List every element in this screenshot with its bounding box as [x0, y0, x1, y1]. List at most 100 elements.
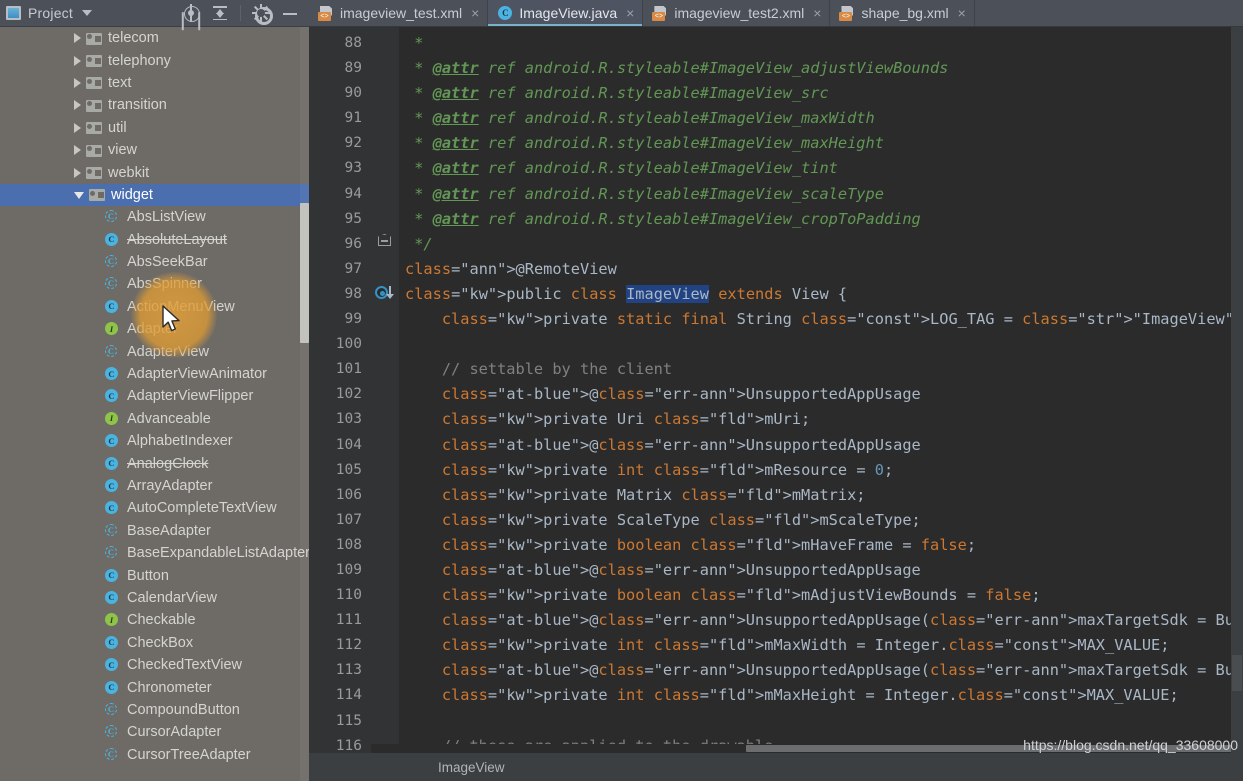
chevron-right-icon[interactable] — [74, 122, 81, 133]
code-line[interactable]: class="at-blue">@class="err-ann">Unsuppo… — [399, 608, 1243, 633]
code-line[interactable]: * @attr ref android.R.styleable#ImageVie… — [399, 131, 1243, 156]
gear-icon[interactable] — [252, 4, 273, 25]
tree-class-CheckBox[interactable]: C CheckBox — [0, 632, 309, 654]
minimize-icon[interactable] — [281, 4, 299, 22]
tree-class-CursorAdapter[interactable]: C CursorAdapter — [0, 721, 309, 743]
implemented-member-marker-icon[interactable] — [375, 284, 397, 302]
tree-package-telecom[interactable]: telecom — [0, 27, 309, 49]
code-line[interactable] — [399, 332, 1243, 357]
abstract-class-icon: C — [105, 545, 121, 561]
tree-class-Adapter[interactable]: I Adapter — [0, 318, 309, 340]
tree-item-label: text — [108, 74, 132, 91]
chevron-right-icon[interactable] — [74, 167, 81, 178]
code-line[interactable]: class="kw">private int class="fld">mMaxH… — [399, 683, 1243, 708]
editor-tab-label: shape_bg.xml — [861, 5, 949, 21]
code-line[interactable]: * @attr ref android.R.styleable#ImageVie… — [399, 207, 1243, 232]
tree-class-Chronometer[interactable]: C Chronometer — [0, 676, 309, 698]
tree-package-widget[interactable]: widget — [0, 183, 309, 207]
tree-package-text[interactable]: text — [0, 72, 309, 94]
tree-class-BaseExpandableListAdapter[interactable]: C BaseExpandableListAdapter — [0, 542, 309, 564]
tree-class-CalendarView[interactable]: C CalendarView — [0, 587, 309, 609]
tree-class-AbsListView[interactable]: C AbsListView — [0, 206, 309, 228]
tree-class-ActionMenuView[interactable]: C ActionMenuView — [0, 296, 309, 318]
tree-class-AbsSpinner[interactable]: C AbsSpinner — [0, 273, 309, 295]
tree-class-AlphabetIndexer[interactable]: C AlphabetIndexer — [0, 430, 309, 452]
editor-vertical-scrollbar[interactable] — [1231, 27, 1243, 753]
code-line[interactable]: * @attr ref android.R.styleable#ImageVie… — [399, 81, 1243, 106]
tree-class-AnalogClock[interactable]: C AnalogClock — [0, 452, 309, 474]
chevron-down-icon[interactable] — [74, 192, 84, 200]
code-line[interactable]: * @attr ref android.R.styleable#ImageVie… — [399, 106, 1243, 131]
tree-class-CheckedTextView[interactable]: C CheckedTextView — [0, 654, 309, 676]
editor-tab-shape_bg-xml[interactable]: shape_bg.xml × — [830, 0, 975, 26]
code-editor[interactable]: 88 89 90 91 92 93 94 95 96 97 98 99 100 101 102 103 104 1… — [309, 27, 1243, 753]
code-text-area[interactable]: * * @attr ref android.R.styleable#ImageV… — [399, 27, 1243, 753]
code-line[interactable]: */ — [399, 232, 1243, 257]
code-line[interactable] — [399, 709, 1243, 734]
project-tree-scrollbar-thumb[interactable] — [300, 203, 309, 343]
project-panel-title: Project — [28, 5, 73, 21]
code-line[interactable]: class="kw">private static final String c… — [399, 307, 1243, 332]
tree-class-Checkable[interactable]: I Checkable — [0, 609, 309, 631]
code-line[interactable]: class="kw">private Matrix class="fld">mM… — [399, 483, 1243, 508]
close-icon[interactable]: × — [626, 6, 634, 20]
tree-item-label: AutoCompleteTextView — [127, 500, 277, 517]
code-line[interactable]: class="kw">private int class="fld">mReso… — [399, 458, 1243, 483]
tree-class-CompoundButton[interactable]: C CompoundButton — [0, 699, 309, 721]
tree-item-label: AbsListView — [127, 209, 206, 226]
tree-package-util[interactable]: util — [0, 117, 309, 139]
breadcrumb[interactable]: ImageView — [438, 760, 505, 775]
tree-class-Button[interactable]: C Button — [0, 564, 309, 586]
class-icon: C — [105, 568, 121, 584]
editor-tab-ImageView-java[interactable]: ImageView.java × — [488, 0, 644, 26]
editor-tab-imageview_test-xml[interactable]: imageview_test.xml × — [309, 0, 489, 26]
code-line[interactable]: class="kw">private Uri class="fld">mUri; — [399, 407, 1243, 432]
collapse-all-icon[interactable] — [211, 4, 229, 22]
chevron-down-icon[interactable] — [81, 10, 92, 16]
tree-class-AbsoluteLayout[interactable]: C AbsoluteLayout — [0, 229, 309, 251]
tree-package-transition[interactable]: transition — [0, 94, 309, 116]
code-line[interactable]: class="at-blue">@class="err-ann">Unsuppo… — [399, 558, 1243, 583]
chevron-right-icon[interactable] — [74, 33, 81, 44]
code-folding-marker[interactable] — [378, 232, 392, 246]
chevron-right-icon[interactable] — [74, 145, 81, 156]
close-icon[interactable]: × — [813, 6, 821, 20]
tree-package-webkit[interactable]: webkit — [0, 161, 309, 183]
close-icon[interactable]: × — [471, 6, 479, 20]
chevron-right-icon[interactable] — [74, 100, 81, 111]
code-line[interactable]: class="kw">private boolean class="fld">m… — [399, 533, 1243, 558]
editor-vertical-scrollbar-thumb[interactable] — [1232, 655, 1242, 691]
chevron-right-icon[interactable] — [74, 55, 81, 66]
tree-class-AdapterViewFlipper[interactable]: C AdapterViewFlipper — [0, 385, 309, 407]
code-line[interactable]: class="at-blue">@class="err-ann">Unsuppo… — [399, 382, 1243, 407]
code-line[interactable]: // settable by the client — [399, 357, 1243, 382]
close-icon[interactable]: × — [958, 6, 966, 20]
tree-class-CursorTreeAdapter[interactable]: C CursorTreeAdapter — [0, 744, 309, 766]
tree-class-ArrayAdapter[interactable]: C ArrayAdapter — [0, 475, 309, 497]
tree-class-AbsSeekBar[interactable]: C AbsSeekBar — [0, 251, 309, 273]
tree-package-telephony[interactable]: telephony — [0, 49, 309, 71]
tree-class-AutoCompleteTextView[interactable]: C AutoCompleteTextView — [0, 497, 309, 519]
code-line[interactable]: class="kw">public class ImageView extend… — [399, 282, 1243, 307]
tree-class-AdapterView[interactable]: C AdapterView — [0, 340, 309, 362]
locate-icon[interactable] — [182, 4, 200, 22]
tree-class-BaseAdapter[interactable]: C BaseAdapter — [0, 520, 309, 542]
code-line[interactable]: class="at-blue">@class="err-ann">Unsuppo… — [399, 433, 1243, 458]
code-line[interactable]: class="ann">@RemoteView — [399, 257, 1243, 282]
code-line[interactable]: class="at-blue">@class="err-ann">Unsuppo… — [399, 658, 1243, 683]
code-line[interactable]: * @attr ref android.R.styleable#ImageVie… — [399, 182, 1243, 207]
code-line[interactable]: * — [399, 31, 1243, 56]
editor-tab-imageview_test2-xml[interactable]: imageview_test2.xml × — [643, 0, 831, 26]
code-line[interactable]: class="kw">private int class="fld">mMaxW… — [399, 633, 1243, 658]
fold-and-marker-strip[interactable] — [371, 27, 399, 753]
tree-item-label: view — [108, 142, 138, 159]
project-tree-scrollbar[interactable] — [300, 27, 309, 781]
tree-class-AdapterViewAnimator[interactable]: C AdapterViewAnimator — [0, 363, 309, 385]
code-line[interactable]: class="kw">private boolean class="fld">m… — [399, 583, 1243, 608]
code-line[interactable]: * @attr ref android.R.styleable#ImageVie… — [399, 156, 1243, 181]
code-line[interactable]: class="kw">private ScaleType class="fld"… — [399, 508, 1243, 533]
tree-class-Advanceable[interactable]: I Advanceable — [0, 408, 309, 430]
chevron-right-icon[interactable] — [74, 77, 81, 88]
tree-package-view[interactable]: view — [0, 139, 309, 161]
code-line[interactable]: * @attr ref android.R.styleable#ImageVie… — [399, 56, 1243, 81]
